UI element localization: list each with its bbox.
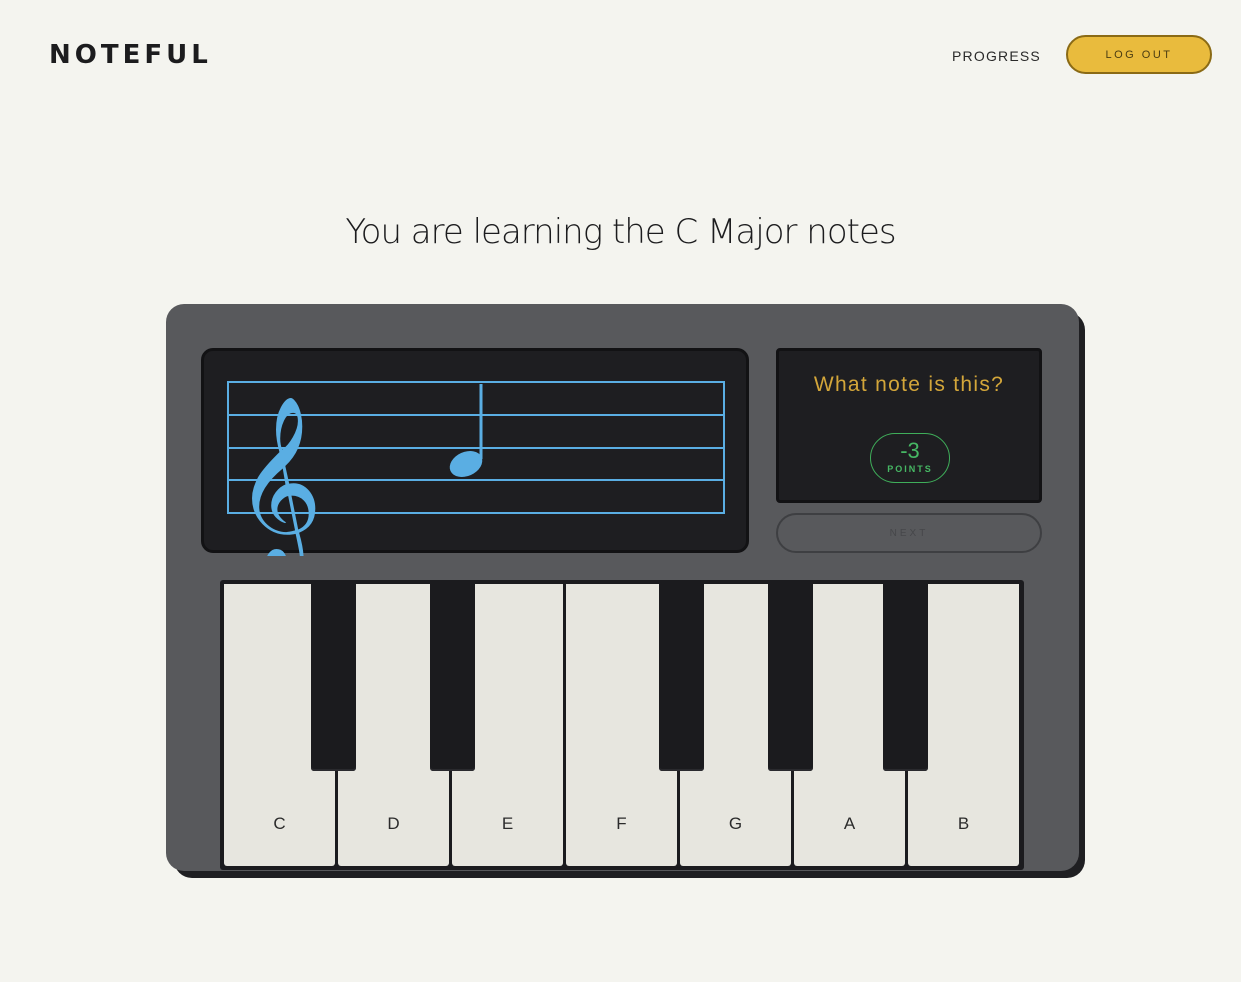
piano-key-c-sharp[interactable]	[311, 580, 356, 771]
next-button[interactable]: NEXT	[776, 513, 1042, 553]
piano-key-f-sharp[interactable]	[659, 580, 704, 771]
staff-display: 𝄞	[227, 381, 725, 556]
points-badge: -3 POINTS	[870, 433, 950, 483]
key-label: D	[387, 814, 400, 833]
staff-screen: 𝄞	[201, 348, 749, 556]
key-label: G	[728, 814, 743, 833]
logout-button[interactable]: LOG OUT	[1066, 35, 1212, 74]
treble-clef-icon: 𝄞	[234, 395, 323, 556]
page-title: You are learning the C Major notes	[345, 212, 896, 252]
points-value: -3	[900, 438, 920, 463]
nav-progress-link[interactable]: PROGRESS	[952, 48, 1041, 64]
piano-keyboard: C D E F G A B	[220, 580, 1024, 870]
piano-key-d-sharp[interactable]	[430, 580, 475, 771]
quarter-note-icon	[449, 384, 483, 477]
app-logo: NOTEFUL	[49, 40, 212, 70]
piano-key-g-sharp[interactable]	[768, 580, 813, 771]
question-text: What note is this?	[813, 373, 1005, 396]
key-label: A	[843, 814, 856, 833]
piano-key-a-sharp[interactable]	[883, 580, 928, 771]
key-label: B	[957, 814, 970, 833]
question-screen: What note is this? -3 POINTS	[776, 348, 1042, 503]
key-label: C	[273, 814, 286, 833]
key-label: E	[501, 814, 514, 833]
points-label: POINTS	[887, 464, 933, 474]
key-label: F	[616, 814, 627, 833]
